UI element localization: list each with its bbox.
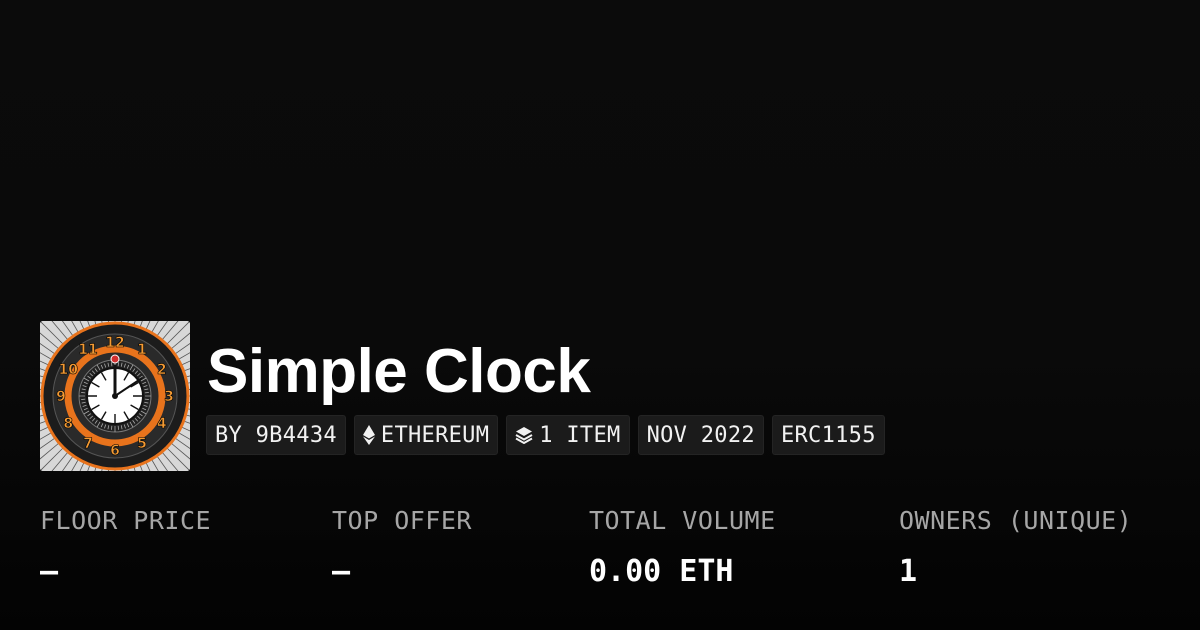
- svg-text:5: 5: [137, 436, 147, 452]
- ethereum-icon: [362, 425, 375, 445]
- collection-card: 12 1 2 3 4 5 6 7 8 9 10 11 Simple Clock BY 9B4434 E…: [0, 0, 1200, 630]
- items-label: 1 ITEM: [539, 422, 621, 448]
- svg-text:3: 3: [164, 389, 174, 405]
- collection-thumbnail[interactable]: 12 1 2 3 4 5 6 7 8 9 10 11: [40, 321, 190, 471]
- svg-text:2: 2: [157, 362, 167, 378]
- svg-text:6: 6: [110, 443, 120, 459]
- svg-text:1: 1: [137, 342, 147, 358]
- svg-text:9: 9: [56, 389, 66, 405]
- top-offer-value: —: [332, 554, 351, 589]
- date-label: NOV 2022: [646, 422, 755, 448]
- svg-text:7: 7: [83, 436, 93, 452]
- svg-text:11: 11: [78, 342, 97, 358]
- creator-tag[interactable]: BY 9B4434: [206, 415, 346, 455]
- clock-artwork-icon: 12 12 3 45 6 78 9 1011: [40, 321, 190, 471]
- total-volume-label: TOTAL VOLUME: [589, 506, 776, 535]
- chain-tag[interactable]: ETHEREUM: [353, 415, 499, 455]
- layers-icon: [515, 426, 533, 444]
- stat-floor-price: FLOOR PRICE —: [40, 504, 211, 590]
- collection-stats: FLOOR PRICE — TOP OFFER — TOTAL VOLUME 0…: [40, 504, 1180, 604]
- owners-value: 1: [899, 554, 918, 589]
- collection-tags: BY 9B4434 ETHEREUM 1 ITEM NOV 2022 ERC11…: [206, 415, 885, 455]
- svg-text:12: 12: [105, 335, 124, 351]
- owners-label: OWNERS (UNIQUE): [899, 506, 1133, 535]
- standard-tag[interactable]: ERC1155: [771, 415, 885, 455]
- svg-text:10: 10: [58, 362, 78, 378]
- items-tag[interactable]: 1 ITEM: [506, 415, 630, 455]
- top-offer-label: TOP OFFER: [332, 506, 472, 535]
- stat-top-offer: TOP OFFER —: [332, 504, 472, 590]
- collection-title: Simple Clock: [207, 337, 591, 406]
- date-tag[interactable]: NOV 2022: [637, 415, 764, 455]
- floor-price-label: FLOOR PRICE: [40, 506, 212, 535]
- floor-price-value: —: [40, 554, 59, 589]
- stat-total-volume: TOTAL VOLUME 0.00 ETH: [589, 504, 776, 590]
- svg-text:8: 8: [63, 416, 73, 432]
- creator-label: BY 9B4434: [215, 422, 337, 448]
- total-volume-value: 0.00 ETH: [589, 554, 734, 589]
- standard-label: ERC1155: [780, 422, 876, 448]
- stat-owners: OWNERS (UNIQUE) 1: [899, 504, 1132, 590]
- chain-label: ETHEREUM: [380, 422, 490, 448]
- svg-text:4: 4: [157, 416, 167, 432]
